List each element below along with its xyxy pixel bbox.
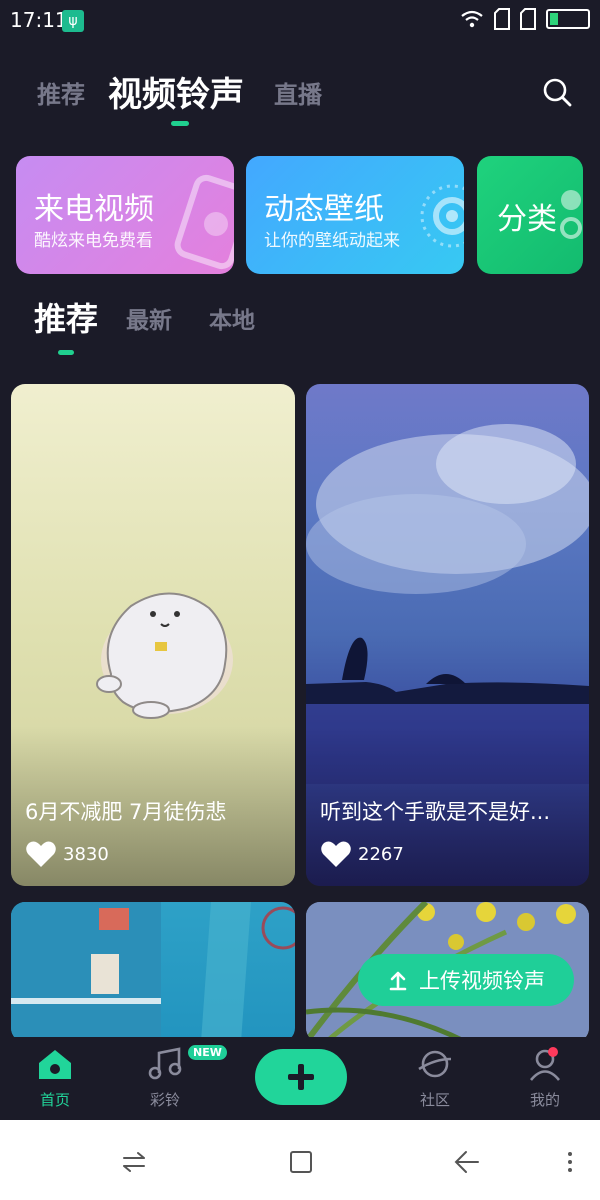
music-note-icon [148,1047,182,1080]
subtab-latest[interactable]: 最新 [126,301,172,335]
top-tabs: 推荐 视频铃声 直播 [0,60,600,140]
notification-dot [548,1047,558,1057]
plus-icon [288,1064,314,1090]
like-count: 2267 [358,843,404,865]
like-counter[interactable]: 2267 [320,840,404,868]
planet-icon [418,1050,452,1078]
active-tab-indicator [171,121,189,126]
more-icon[interactable] [556,1148,584,1176]
feature-subtitle: 酷炫来电免费看 [34,231,153,251]
subtab-local[interactable]: 本地 [209,301,255,335]
nav-home[interactable]: 首页 [15,1047,95,1110]
system-nav-bar [0,1120,600,1200]
nav-mine-label: 我的 [529,1091,560,1109]
tab-video-ringtone[interactable]: 视频铃声 [108,67,244,116]
wallpaper-icon [420,184,464,248]
tab-live[interactable]: 直播 [274,75,322,110]
feature-title: 分类 [497,202,557,237]
video-card[interactable]: 听到这个手歌是不是好... 2267 [306,384,589,886]
sim-card-icon [494,8,510,30]
like-count: 3830 [63,843,109,865]
nav-ringtone-label: 彩铃 [149,1091,180,1109]
incoming-call-video-card[interactable]: 来电视频 酷炫来电免费看 [16,156,234,274]
sub-tabs: 推荐 最新 本地 [0,290,600,360]
subtab-recommend[interactable]: 推荐 [34,294,98,340]
upload-icon [389,971,407,991]
nav-community[interactable]: 社区 [395,1047,475,1110]
battery-icon [546,9,590,29]
usb-icon: ψ [62,10,84,32]
video-card[interactable] [11,902,295,1042]
upload-video-ringtone-button[interactable]: 上传视频铃声 [358,954,574,1006]
category-card[interactable]: 分类 [477,156,583,274]
home-square-icon[interactable] [287,1148,315,1176]
feature-title: 动态壁纸 [264,192,384,227]
create-button[interactable] [255,1049,347,1105]
category-icon [560,190,582,239]
like-counter[interactable]: 3830 [25,840,109,868]
search-icon[interactable] [541,76,573,108]
nav-community-label: 社区 [419,1091,450,1109]
tab-recommend[interactable]: 推荐 [37,75,85,110]
wifi-icon [461,10,483,28]
video-title: 6月不减肥 7月徒伤悲 [25,800,227,824]
active-subtab-indicator [58,350,74,355]
sim-card-icon-2 [520,8,536,30]
status-bar: 17:11 ψ [0,0,600,40]
video-title: 听到这个手歌是不是好... [320,800,551,824]
user-icon [529,1049,561,1081]
video-thumbnail [11,902,295,1042]
bottom-nav: 首页 彩铃 NEW 社区 我的 [0,1037,600,1121]
video-thumbnail [306,424,589,784]
back-icon[interactable] [452,1148,480,1176]
video-thumbnail [96,592,233,719]
heart-icon [321,841,351,867]
home-icon [39,1050,71,1079]
live-wallpaper-card[interactable]: 动态壁纸 让你的壁纸动起来 [246,156,464,274]
feature-title: 来电视频 [34,192,154,227]
nav-mine[interactable]: 我的 [505,1047,585,1110]
phone-icon [174,174,234,270]
status-icons [460,8,590,30]
feature-subtitle: 让你的壁纸动起来 [264,231,400,251]
video-card[interactable]: 6月不减肥 7月徒伤悲 3830 [11,384,295,886]
switch-apps-icon[interactable] [120,1148,148,1176]
nav-home-label: 首页 [39,1091,70,1109]
heart-icon [26,841,56,867]
upload-button-label: 上传视频铃声 [419,969,545,993]
status-time: 17:11 [10,8,68,32]
new-badge: NEW [188,1045,227,1060]
